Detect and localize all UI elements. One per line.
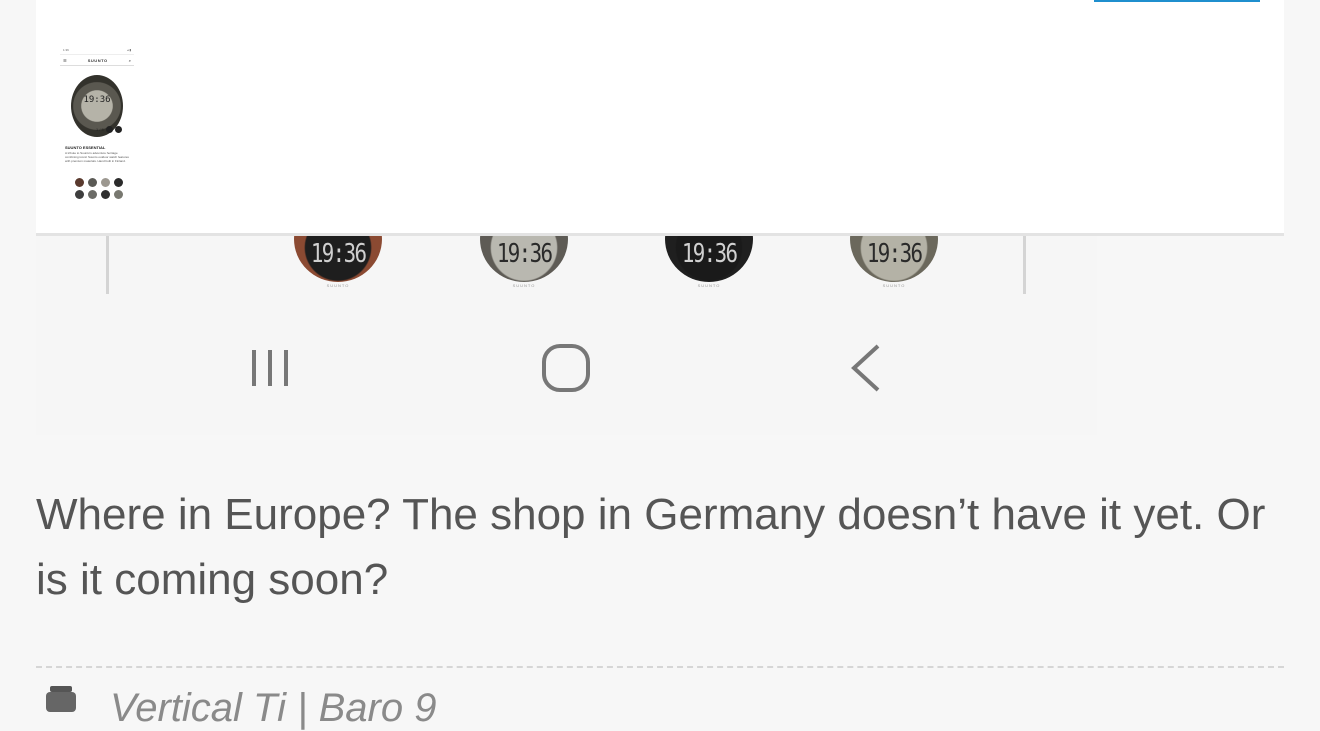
thumbnail-header: ☰ SUUNTO ⌕ [60,55,134,66]
link-preview-card[interactable]: 1:36 ◂ ▮ ☰ SUUNTO ⌕ 19:36 1 / 5 SUUNTO E… [36,0,1284,236]
pager-text: 1 / 5 [96,127,104,132]
post-divider [36,666,1284,668]
thumbnail-logo: SUUNTO [87,57,108,63]
watch-time: 19:36 [310,239,367,269]
cart-icon: ⌕ [128,57,131,63]
card-accent-bar [1094,0,1260,2]
watch-brand: SUUNTO [697,283,721,288]
thumbnail-status-time: 1:36 [63,48,69,52]
post-body: Where in Europe? The shop in Germany doe… [36,490,1266,604]
watch-time: 19:36 [681,239,738,269]
user-device-signature: Vertical Ti | Baro 9 [110,686,437,730]
thumbnail-watch-time: 19:36 [83,95,111,105]
color-swatch [101,190,110,199]
color-swatch [75,178,84,187]
thumbnail-status-bar: 1:36 ◂ ▮ [60,48,134,55]
watch-time: 19:36 [866,239,923,269]
color-swatch [75,190,84,199]
color-swatch [88,178,97,187]
right-swipe-bar [1023,236,1026,294]
watch-brand: SUUNTO [326,283,350,288]
thumbnail-title: SUUNTO ESSENTIAL [65,145,106,150]
recent-apps-icon [242,340,298,396]
color-swatches [75,178,131,199]
color-swatch [101,178,110,187]
back-icon [834,340,890,396]
prev-arrow-icon [105,126,113,133]
watch-brand: SUUNTO [512,283,536,288]
watch-icon [46,686,76,712]
color-swatch [114,190,123,199]
menu-icon: ☰ [63,57,67,63]
color-swatch [88,190,97,199]
watch-time: 19:36 [496,239,553,269]
home-icon [538,340,594,396]
left-swipe-bar [106,236,109,294]
color-swatch [114,178,123,187]
thumbnail-description: A tribute to Suunto's adventure heritage… [65,151,129,163]
thumbnail-pager: 1 / 5 [96,126,122,133]
preview-thumbnail[interactable]: 1:36 ◂ ▮ ☰ SUUNTO ⌕ 19:36 1 / 5 SUUNTO E… [60,48,134,206]
thumbnail-status-icons: ◂ ▮ [127,48,131,52]
next-arrow-icon [114,126,122,133]
watch-brand: SUUNTO [882,283,906,288]
